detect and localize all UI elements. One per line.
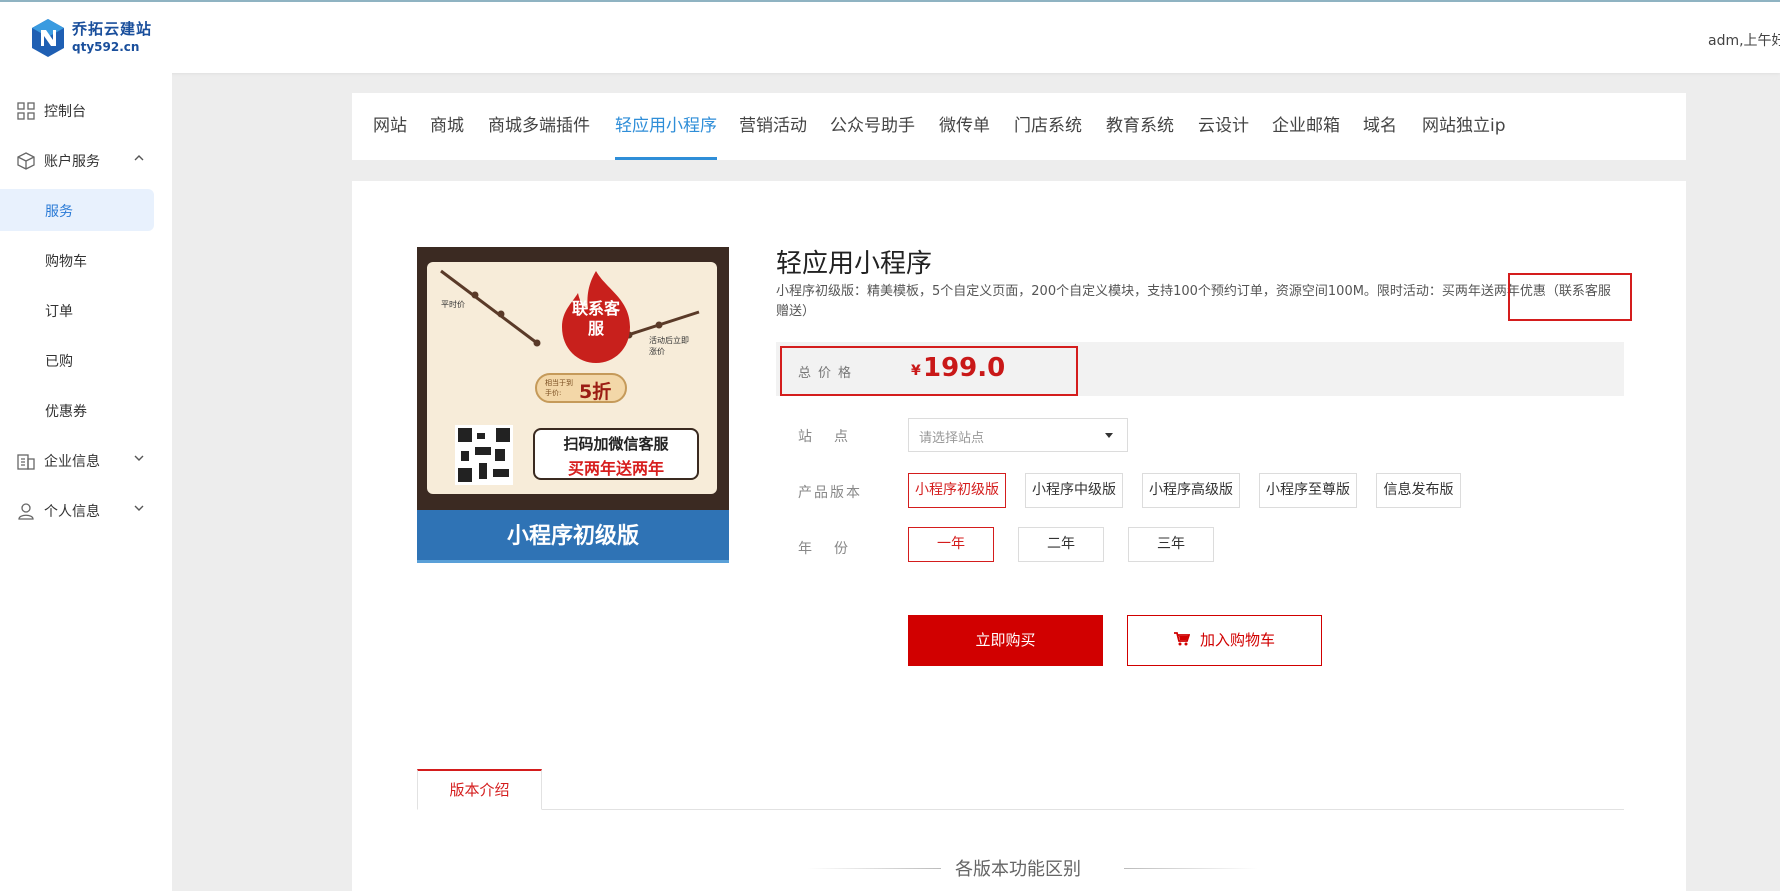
sidebar-item-orders[interactable]: 订单 — [0, 289, 154, 331]
version-option-advanced[interactable]: 小程序高级版 — [1142, 473, 1240, 508]
sidebar-item-cart[interactable]: 购物车 — [0, 239, 154, 281]
tab-store-system[interactable]: 门店系统 — [1014, 93, 1082, 160]
box-icon — [17, 152, 35, 170]
building-icon — [17, 454, 35, 470]
product-title: 轻应用小程序 — [776, 249, 933, 279]
site-label: 站点 — [798, 429, 870, 445]
sidebar-item-label: 购物车 — [45, 254, 87, 270]
sidebar-item-label: 账户服务 — [44, 154, 100, 170]
sidebar-item-purchased[interactable]: 已购 — [0, 339, 154, 381]
caret-down-icon — [1105, 433, 1113, 438]
year-option-2[interactable]: 二年 — [1018, 527, 1104, 562]
tab-mini-program[interactable]: 轻应用小程序 — [615, 93, 717, 160]
sidebar-item-label: 订单 — [45, 304, 73, 320]
tab-official-account[interactable]: 公众号助手 — [830, 93, 915, 160]
contact-service-text: 联系客服 — [571, 299, 620, 338]
tab-cloud-design[interactable]: 云设计 — [1198, 93, 1249, 160]
version-label: 产品版本 — [798, 485, 862, 501]
tab-version-intro[interactable]: 版本介绍 — [417, 769, 542, 810]
cart-icon — [1173, 632, 1190, 646]
sidebar-item-company-info[interactable]: 企业信息 — [0, 440, 172, 480]
top-header: 乔拓云建站 qty592.cn adm,上午好 — [0, 0, 1780, 73]
year-option-1[interactable]: 一年 — [908, 527, 994, 562]
price-rise-label: 活动后立即涨价 — [649, 336, 689, 356]
discount-value: 5折 — [579, 381, 612, 403]
edition-banner: 小程序初级版 — [417, 510, 729, 563]
year-label: 年份 — [798, 541, 870, 557]
product-detail: 平时价 活动后立即涨价 联系客服 相当于到手价: 5折 扫码加微信客服 买两年送… — [352, 181, 1686, 891]
chevron-down-icon — [134, 505, 144, 511]
logo[interactable]: 乔拓云建站 qty592.cn — [30, 18, 152, 58]
buy-now-button[interactable]: 立即购买 — [908, 615, 1103, 666]
currency-symbol: ¥ — [911, 363, 921, 379]
price-label: 总价格 — [798, 366, 859, 381]
year-option-3[interactable]: 三年 — [1128, 527, 1214, 562]
logo-subtitle: qty592.cn — [72, 40, 140, 54]
sidebar-item-dashboard[interactable]: 控制台 — [0, 90, 172, 130]
sidebar: 控制台 账户服务 服务 购物车 订单 已购 优惠券 企业信息 个人信息 — [0, 73, 172, 891]
sidebar-item-label: 个人信息 — [44, 504, 100, 520]
tab-education[interactable]: 教育系统 — [1106, 93, 1174, 160]
site-select[interactable]: 请选择站点 — [908, 418, 1128, 452]
product-description: 小程序初级版：精美模板，5个自定义页面，200个自定义模块，支持100个预约订单… — [776, 284, 1611, 319]
tab-mall-plugin[interactable]: 商城多端插件 — [488, 93, 590, 160]
add-to-cart-button[interactable]: 加入购物车 — [1127, 615, 1322, 666]
tab-website[interactable]: 网站 — [373, 93, 407, 160]
version-option-basic[interactable]: 小程序初级版 — [908, 473, 1006, 508]
tab-micro-flyer[interactable]: 微传单 — [939, 93, 990, 160]
user-greeting[interactable]: adm,上午好 — [1708, 30, 1780, 50]
sidebar-item-label: 企业信息 — [44, 454, 100, 470]
tab-mall[interactable]: 商城 — [430, 93, 464, 160]
version-option-info-publish[interactable]: 信息发布版 — [1376, 473, 1461, 508]
bubble-line-1: 扫码加微信客服 — [563, 435, 669, 453]
sidebar-item-label: 服务 — [45, 204, 73, 220]
add-to-cart-label: 加入购物车 — [1199, 631, 1275, 649]
price-value: 199.0 — [923, 353, 1006, 383]
sidebar-item-services[interactable]: 服务 — [0, 189, 154, 231]
dashboard-icon — [17, 102, 35, 120]
promo-highlight-box — [1508, 273, 1632, 321]
product-tabs: 网站 商城 商城多端插件 轻应用小程序 营销活动 公众号助手 微传单 门店系统 … — [352, 93, 1686, 160]
sidebar-item-account-services[interactable]: 账户服务 — [0, 140, 172, 180]
decorative-line-left — [807, 868, 941, 869]
product-image: 平时价 活动后立即涨价 联系客服 相当于到手价: 5折 扫码加微信客服 买两年送… — [417, 247, 729, 563]
chevron-up-icon — [134, 155, 144, 161]
user-icon — [18, 503, 34, 520]
logo-title: 乔拓云建站 — [72, 20, 153, 38]
chevron-down-icon — [134, 455, 144, 461]
discount-badge: 相当于到手价: 5折 — [535, 373, 627, 403]
version-option-intermediate[interactable]: 小程序中级版 — [1025, 473, 1123, 508]
qr-code-image — [455, 425, 513, 485]
sidebar-item-coupons[interactable]: 优惠券 — [0, 389, 154, 431]
normal-price-label: 平时价 — [441, 300, 465, 309]
decorative-line-right — [1124, 868, 1258, 869]
sidebar-item-label: 控制台 — [44, 104, 86, 120]
wechat-bubble: 扫码加微信客服 买两年送两年 — [533, 428, 699, 480]
tab-marketing[interactable]: 营销活动 — [739, 93, 807, 160]
sidebar-item-label: 优惠券 — [45, 404, 87, 420]
version-diff-heading: 各版本功能区别 — [955, 859, 1081, 880]
tab-divider — [417, 809, 1624, 810]
bubble-line-2: 买两年送两年 — [567, 459, 664, 478]
tab-dedicated-ip[interactable]: 网站独立ip — [1422, 93, 1506, 160]
logo-icon — [32, 19, 64, 57]
sidebar-item-label: 已购 — [45, 354, 73, 370]
tab-domain[interactable]: 域名 — [1363, 93, 1397, 160]
version-option-premium[interactable]: 小程序至尊版 — [1259, 473, 1357, 508]
tab-enterprise-mail[interactable]: 企业邮箱 — [1272, 93, 1340, 160]
discount-small-text: 相当于到手价: — [545, 379, 573, 397]
sidebar-item-personal-info[interactable]: 个人信息 — [0, 490, 172, 530]
site-select-placeholder: 请选择站点 — [919, 431, 985, 446]
